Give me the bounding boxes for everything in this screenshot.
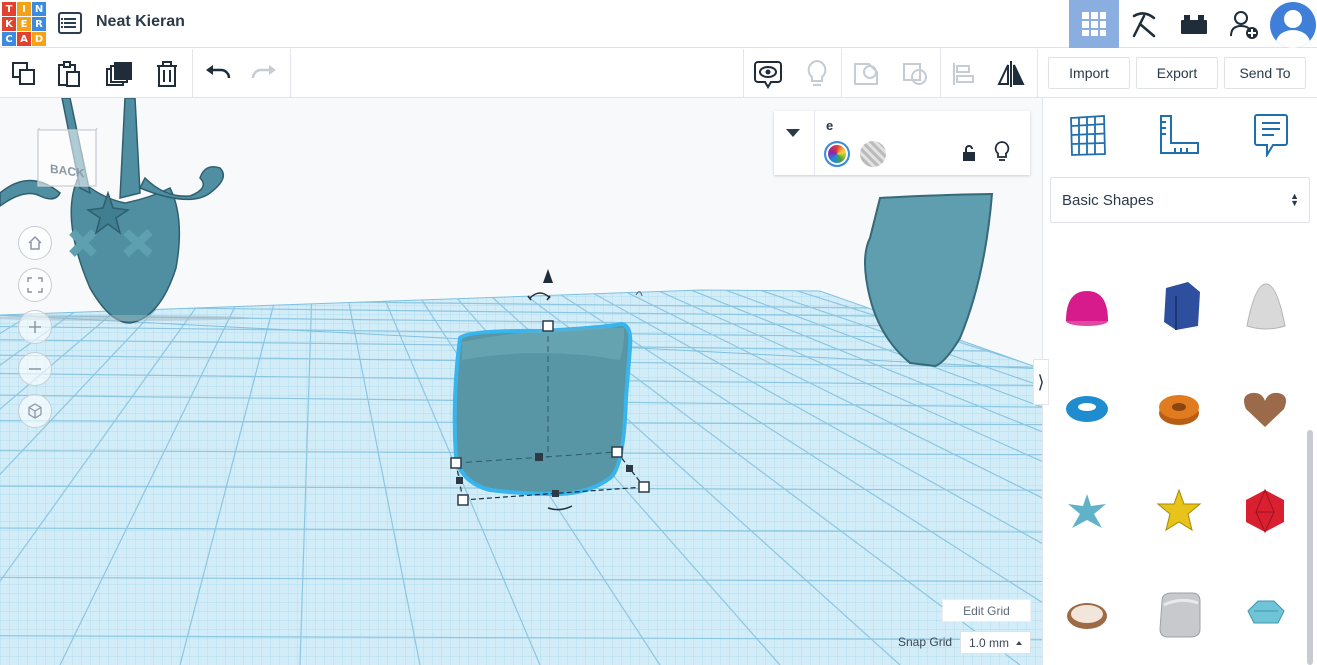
edit-toolbar: Import Export Send To [0,49,1317,98]
logo-letter: A [17,32,31,46]
shape-star[interactable] [1060,484,1114,538]
center-handle[interactable] [535,453,543,461]
shape-gem[interactable] [1238,587,1292,641]
edit-grid-button[interactable]: Edit Grid [942,599,1031,622]
shape-heart[interactable] [1238,381,1292,435]
user-avatar-container[interactable] [1269,0,1317,48]
logo-letter: K [2,17,16,31]
shape-ring[interactable] [1060,587,1114,641]
undo-icon[interactable] [195,49,241,98]
mirror-icon[interactable] [988,49,1034,98]
hole-button[interactable] [860,141,886,167]
group-icon[interactable] [843,49,889,98]
zoom-out-icon[interactable] [18,352,52,386]
design-list-icon[interactable] [58,12,82,34]
project-title[interactable]: Neat Kieran [96,13,185,31]
perspective-icon[interactable] [18,394,52,428]
corner-handle[interactable] [457,494,469,506]
logo-letter: N [32,2,46,16]
shape-icosahedron[interactable] [1238,484,1292,538]
shape-name[interactable]: e [826,118,833,133]
corner-handle[interactable] [638,481,650,493]
shape-half-sphere[interactable] [1060,281,1114,335]
align-icon[interactable] [941,49,987,98]
logo-letter: T [2,2,16,16]
tinkercad-logo[interactable]: TIN KER CAD [2,2,46,46]
height-handle[interactable] [542,320,554,332]
shape-star-yellow[interactable] [1152,484,1206,538]
logo-letter: C [2,32,16,46]
logo-letter: D [32,32,46,46]
toggle-visibility-icon[interactable] [794,49,840,98]
view-cube[interactable]: BACK [34,121,101,188]
panel-scrollbar[interactable] [1307,430,1313,665]
shape-rounded-box[interactable] [1152,587,1206,641]
notes-icon[interactable] [1248,112,1294,158]
logo-letter: R [32,17,46,31]
top-right-actions [1069,0,1317,48]
redo-icon[interactable] [241,49,287,98]
show-notes-icon[interactable] [745,49,791,98]
3d-workplane[interactable]: BACK e Edit Grid Snap Grid 1.0 mm [0,98,1042,665]
zoom-in-icon[interactable] [18,310,52,344]
delete-icon[interactable] [144,49,190,98]
collapse-panel-icon[interactable]: ⟩ [1033,359,1049,405]
shapes-panel: Basic Shapes ▲ ▼ [1042,98,1317,665]
snap-grid-select[interactable]: 1.0 mm [960,631,1031,654]
lock-icon[interactable] [962,145,976,166]
shape-tube[interactable] [1152,381,1206,435]
send-to-button[interactable]: Send To [1224,57,1306,89]
duplicate-icon[interactable] [96,49,142,98]
side-handle[interactable] [456,477,463,484]
copy-icon[interactable] [1,49,47,98]
side-handle[interactable] [626,465,633,472]
export-button[interactable]: Export [1136,57,1218,89]
user-avatar-icon[interactable] [1269,1,1316,48]
logo-letter: E [17,17,31,31]
corner-handle[interactable] [611,446,623,458]
shape-inspector: e [774,111,1030,175]
shape-polygon[interactable] [1154,278,1208,332]
import-button[interactable]: Import [1048,57,1130,89]
ruler-icon[interactable] [1156,112,1202,158]
lift-cone-handle[interactable] [543,269,553,283]
workplane-icon[interactable] [1065,112,1111,158]
bricks-icon[interactable] [1169,0,1219,48]
workplane-scene[interactable] [0,98,1042,665]
logo-letter: I [17,2,31,16]
select-arrows-icon: ▲ ▼ [1290,191,1299,208]
visibility-bulb-icon[interactable] [994,141,1010,168]
shape-library-select[interactable]: Basic Shapes ▲ ▼ [1050,177,1310,223]
pickaxe-icon[interactable] [1119,0,1169,48]
corner-handle[interactable] [450,457,462,469]
solid-color-button[interactable] [824,141,850,167]
fit-view-icon[interactable] [18,268,52,302]
collapse-inspector-icon[interactable] [786,129,800,137]
snap-grid-value: 1.0 mm [969,635,1010,650]
paste-icon[interactable] [47,49,93,98]
snap-grid-label: Snap Grid [898,635,953,649]
add-user-icon[interactable] [1219,0,1269,48]
home-view-icon[interactable] [18,226,52,260]
ungroup-icon[interactable] [892,49,938,98]
shape-torus[interactable] [1060,381,1114,435]
snap-grid-arrow-icon [1016,641,1022,645]
top-bar: TIN KER CAD Neat Kieran [0,0,1317,48]
grid-view-icon[interactable] [1069,0,1119,48]
side-handle[interactable] [552,490,559,497]
shape-library-label: Basic Shapes [1062,191,1154,209]
shape-paraboloid[interactable] [1239,278,1293,332]
